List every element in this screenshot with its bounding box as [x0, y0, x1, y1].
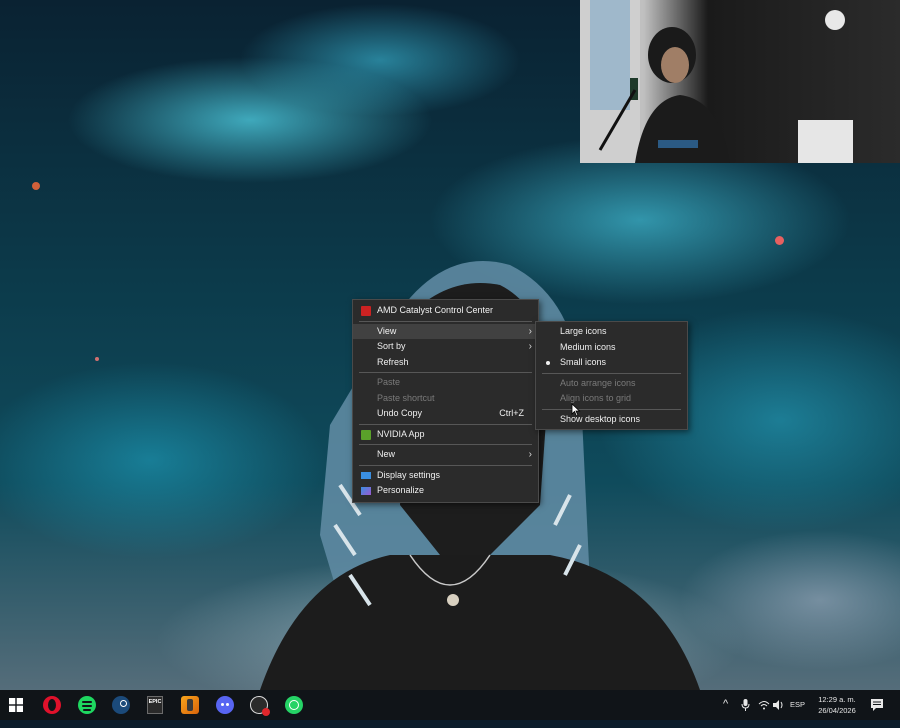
menu-item-shortcut: Ctrl+Z: [499, 408, 524, 418]
submenu-item-small-icons[interactable]: Small icons: [536, 355, 687, 371]
radio-bullet-icon: [546, 361, 550, 365]
menu-item-label: Paste: [377, 377, 401, 387]
menu-separator: [359, 372, 532, 373]
menu-item-display-settings[interactable]: Display settings: [353, 468, 538, 484]
view-submenu: Large icons Medium icons Small icons Aut…: [535, 321, 688, 430]
clock-time: 12:29 a. m.: [818, 695, 856, 704]
taskbar-clock[interactable]: 12:29 a. m. 26/04/2026: [812, 694, 862, 716]
menu-item-label: NVIDIA App: [377, 428, 425, 439]
menu-item-label: Undo Copy: [377, 408, 423, 418]
menu-item-label: Auto arrange icons: [560, 377, 636, 388]
menu-item-personalize[interactable]: Personalize: [353, 483, 538, 499]
epic-label: EPIC: [148, 699, 162, 705]
volume-icon[interactable]: [773, 700, 785, 710]
menu-item-label: Align icons to grid: [560, 393, 632, 403]
personalize-icon: [361, 487, 371, 495]
steam-icon[interactable]: [112, 696, 130, 714]
menu-item-undo-copy[interactable]: Undo Copy Ctrl+Z: [353, 406, 538, 422]
amd-icon: [361, 306, 371, 316]
menu-item-new[interactable]: New ›: [353, 447, 538, 463]
whatsapp-icon[interactable]: [285, 696, 303, 714]
clock-date: 26/04/2026: [818, 706, 856, 715]
menu-item-amd[interactable]: AMD Catalyst Control Center: [353, 303, 538, 319]
menu-item-label: Medium icons: [560, 341, 616, 352]
menu-item-label: Display settings: [377, 469, 441, 480]
wallpaper-red-star: [32, 182, 40, 190]
display-icon: [361, 471, 371, 479]
language-indicator[interactable]: ESP: [790, 700, 805, 709]
microphone-icon[interactable]: [741, 699, 750, 711]
epic-games-icon[interactable]: EPIC: [147, 696, 163, 714]
opera-icon[interactable]: [43, 696, 61, 714]
chevron-right-icon: ›: [528, 325, 532, 337]
chevron-up-icon[interactable]: ^: [723, 698, 728, 728]
menu-item-label: View: [377, 325, 397, 336]
menu-item-view[interactable]: View ›: [353, 323, 538, 339]
wifi-icon[interactable]: [758, 700, 770, 710]
menu-item-label: Personalize: [377, 485, 425, 495]
menu-item-label: New: [377, 449, 396, 459]
submenu-item-large-icons[interactable]: Large icons: [536, 324, 687, 340]
submenu-item-show-desktop-icons[interactable]: Show desktop icons: [536, 412, 687, 428]
menu-separator: [359, 423, 532, 425]
menu-item-label: AMD Catalyst Control Center: [377, 305, 494, 315]
obs-icon[interactable]: [250, 696, 270, 716]
notification-center-icon[interactable]: [871, 699, 883, 711]
menu-separator: [542, 408, 681, 410]
menu-item-sort-by[interactable]: Sort by ›: [353, 339, 538, 355]
menu-item-label: Small icons: [560, 357, 607, 367]
menu-item-label: Refresh: [377, 356, 409, 367]
menu-item-label: Sort by: [377, 341, 406, 351]
menu-item-paste: Paste: [353, 375, 538, 391]
menu-item-paste-shortcut: Paste shortcut: [353, 391, 538, 407]
menu-separator: [359, 464, 532, 466]
windows-start-icon[interactable]: [9, 698, 23, 712]
nvidia-icon: [361, 429, 371, 440]
webcam-overlay: [580, 0, 900, 163]
wallpaper-small-star: [95, 357, 99, 361]
menu-separator: [359, 444, 532, 445]
spotify-icon[interactable]: [78, 696, 96, 714]
submenu-item-medium-icons[interactable]: Medium icons: [536, 340, 687, 356]
webcam-person: [580, 0, 853, 163]
fl-studio-icon[interactable]: [181, 696, 199, 714]
taskbar: EPIC ^ ESP 12:29 a. m. 26/04/2026: [0, 690, 900, 720]
menu-item-label: Paste shortcut: [377, 392, 435, 403]
discord-icon[interactable]: [216, 696, 234, 714]
submenu-item-align-grid: Align icons to grid: [536, 391, 687, 407]
mouse-cursor-icon: [571, 403, 581, 417]
chevron-right-icon: ›: [528, 449, 532, 460]
menu-item-refresh[interactable]: Refresh: [353, 355, 538, 371]
desktop-context-menu: AMD Catalyst Control Center View › Sort …: [352, 299, 539, 503]
wallpaper-red-star: [775, 236, 784, 245]
menu-separator: [542, 372, 681, 374]
menu-item-label: Large icons: [560, 326, 607, 336]
submenu-item-auto-arrange: Auto arrange icons: [536, 376, 687, 392]
chevron-right-icon: ›: [528, 341, 532, 352]
menu-separator: [359, 320, 532, 322]
menu-item-nvidia[interactable]: NVIDIA App: [353, 427, 538, 443]
